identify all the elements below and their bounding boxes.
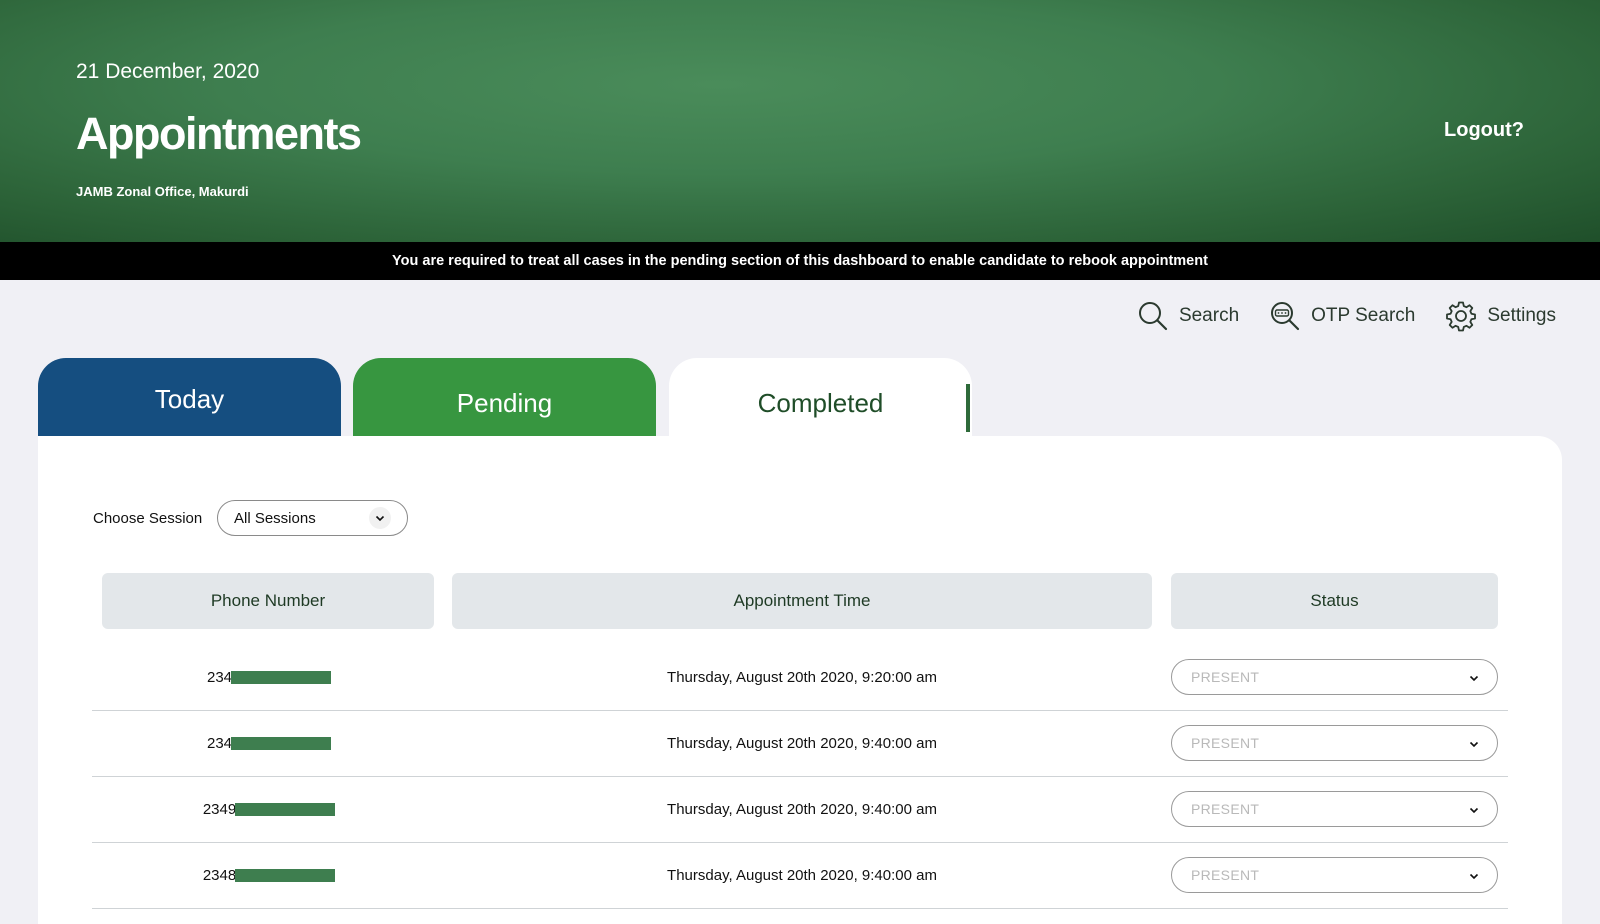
redaction-bar	[235, 803, 336, 816]
phone-prefix: 234	[206, 669, 233, 686]
column-header-status: Status	[1171, 573, 1498, 629]
status-value: PRESENT	[1191, 801, 1260, 817]
notice-text: You are required to treat all cases in t…	[392, 253, 1208, 269]
redaction-bar	[231, 737, 332, 750]
search-label: Search	[1178, 305, 1240, 326]
chevron-down-icon	[1469, 801, 1479, 817]
phone-prefix: 2348	[202, 867, 237, 884]
table-row: 2349 Thursday, August 20th 2020, 9:40:00…	[92, 777, 1508, 843]
redaction-bar	[235, 869, 336, 882]
active-tab-marker	[966, 384, 970, 432]
table-row: 2348 Thursday, August 20th 2020, 9:40:00…	[92, 843, 1508, 909]
chevron-down-icon	[1469, 867, 1479, 883]
current-date: 21 December, 2020	[76, 60, 260, 83]
chevron-down-icon	[369, 507, 391, 529]
appointment-time-cell: Thursday, August 20th 2020, 9:20:00 am	[667, 669, 937, 686]
logout-link[interactable]: Logout?	[1444, 119, 1524, 142]
tab-pending[interactable]: Pending	[353, 358, 656, 448]
status-select[interactable]: PRESENT	[1171, 791, 1498, 827]
tab-completed[interactable]: Completed	[669, 358, 972, 448]
phone-cell: 234	[92, 711, 446, 776]
session-label: Choose Session	[93, 510, 203, 527]
status-select[interactable]: PRESENT	[1171, 857, 1498, 893]
table-row: 234 Thursday, August 20th 2020, 9:40:00 …	[92, 711, 1508, 777]
phone-cell: 234	[92, 645, 446, 710]
session-value: All Sessions	[234, 509, 316, 527]
redaction-bar	[231, 671, 332, 684]
status-value: PRESENT	[1191, 669, 1260, 685]
appointments-card: Choose Session All Sessions Phone Number…	[38, 436, 1562, 924]
search-button[interactable]: Search	[1137, 300, 1239, 332]
otp-search-icon	[1269, 300, 1301, 332]
office-name: JAMB Zonal Office, Makurdi	[76, 184, 249, 199]
phone-prefix: 2349	[202, 801, 237, 818]
appointment-time-cell: Thursday, August 20th 2020, 9:40:00 am	[667, 735, 937, 752]
status-value: PRESENT	[1191, 867, 1260, 883]
status-value: PRESENT	[1191, 735, 1260, 751]
search-icon	[1137, 300, 1169, 332]
session-select[interactable]: All Sessions	[217, 500, 408, 536]
settings-label: Settings	[1487, 305, 1556, 326]
chevron-down-icon	[1469, 669, 1479, 685]
table-row: 234 Thursday, August 20th 2020, 9:20:00 …	[92, 645, 1508, 711]
settings-button[interactable]: Settings	[1445, 300, 1556, 332]
gear-icon	[1445, 300, 1477, 332]
column-header-appointment-time: Appointment Time	[452, 573, 1152, 629]
column-header-phone: Phone Number	[102, 573, 434, 629]
tab-today[interactable]: Today	[38, 358, 341, 448]
otp-search-label: OTP Search	[1311, 305, 1416, 326]
phone-cell: 2349	[92, 777, 446, 842]
appointment-time-cell: Thursday, August 20th 2020, 9:40:00 am	[667, 867, 937, 884]
appointment-time-cell: Thursday, August 20th 2020, 9:40:00 am	[667, 801, 937, 818]
otp-search-button[interactable]: OTP Search	[1269, 300, 1415, 332]
phone-prefix: 234	[206, 735, 233, 752]
header-banner: 21 December, 2020 Appointments JAMB Zona…	[0, 0, 1600, 242]
page-title: Appointments	[76, 108, 362, 159]
notice-bar: You are required to treat all cases in t…	[0, 242, 1600, 280]
status-select[interactable]: PRESENT	[1171, 725, 1498, 761]
toolbar: Search OTP Search Settings	[1137, 300, 1556, 332]
status-select[interactable]: PRESENT	[1171, 659, 1498, 695]
phone-cell: 2348	[92, 843, 446, 908]
chevron-down-icon	[1469, 735, 1479, 751]
